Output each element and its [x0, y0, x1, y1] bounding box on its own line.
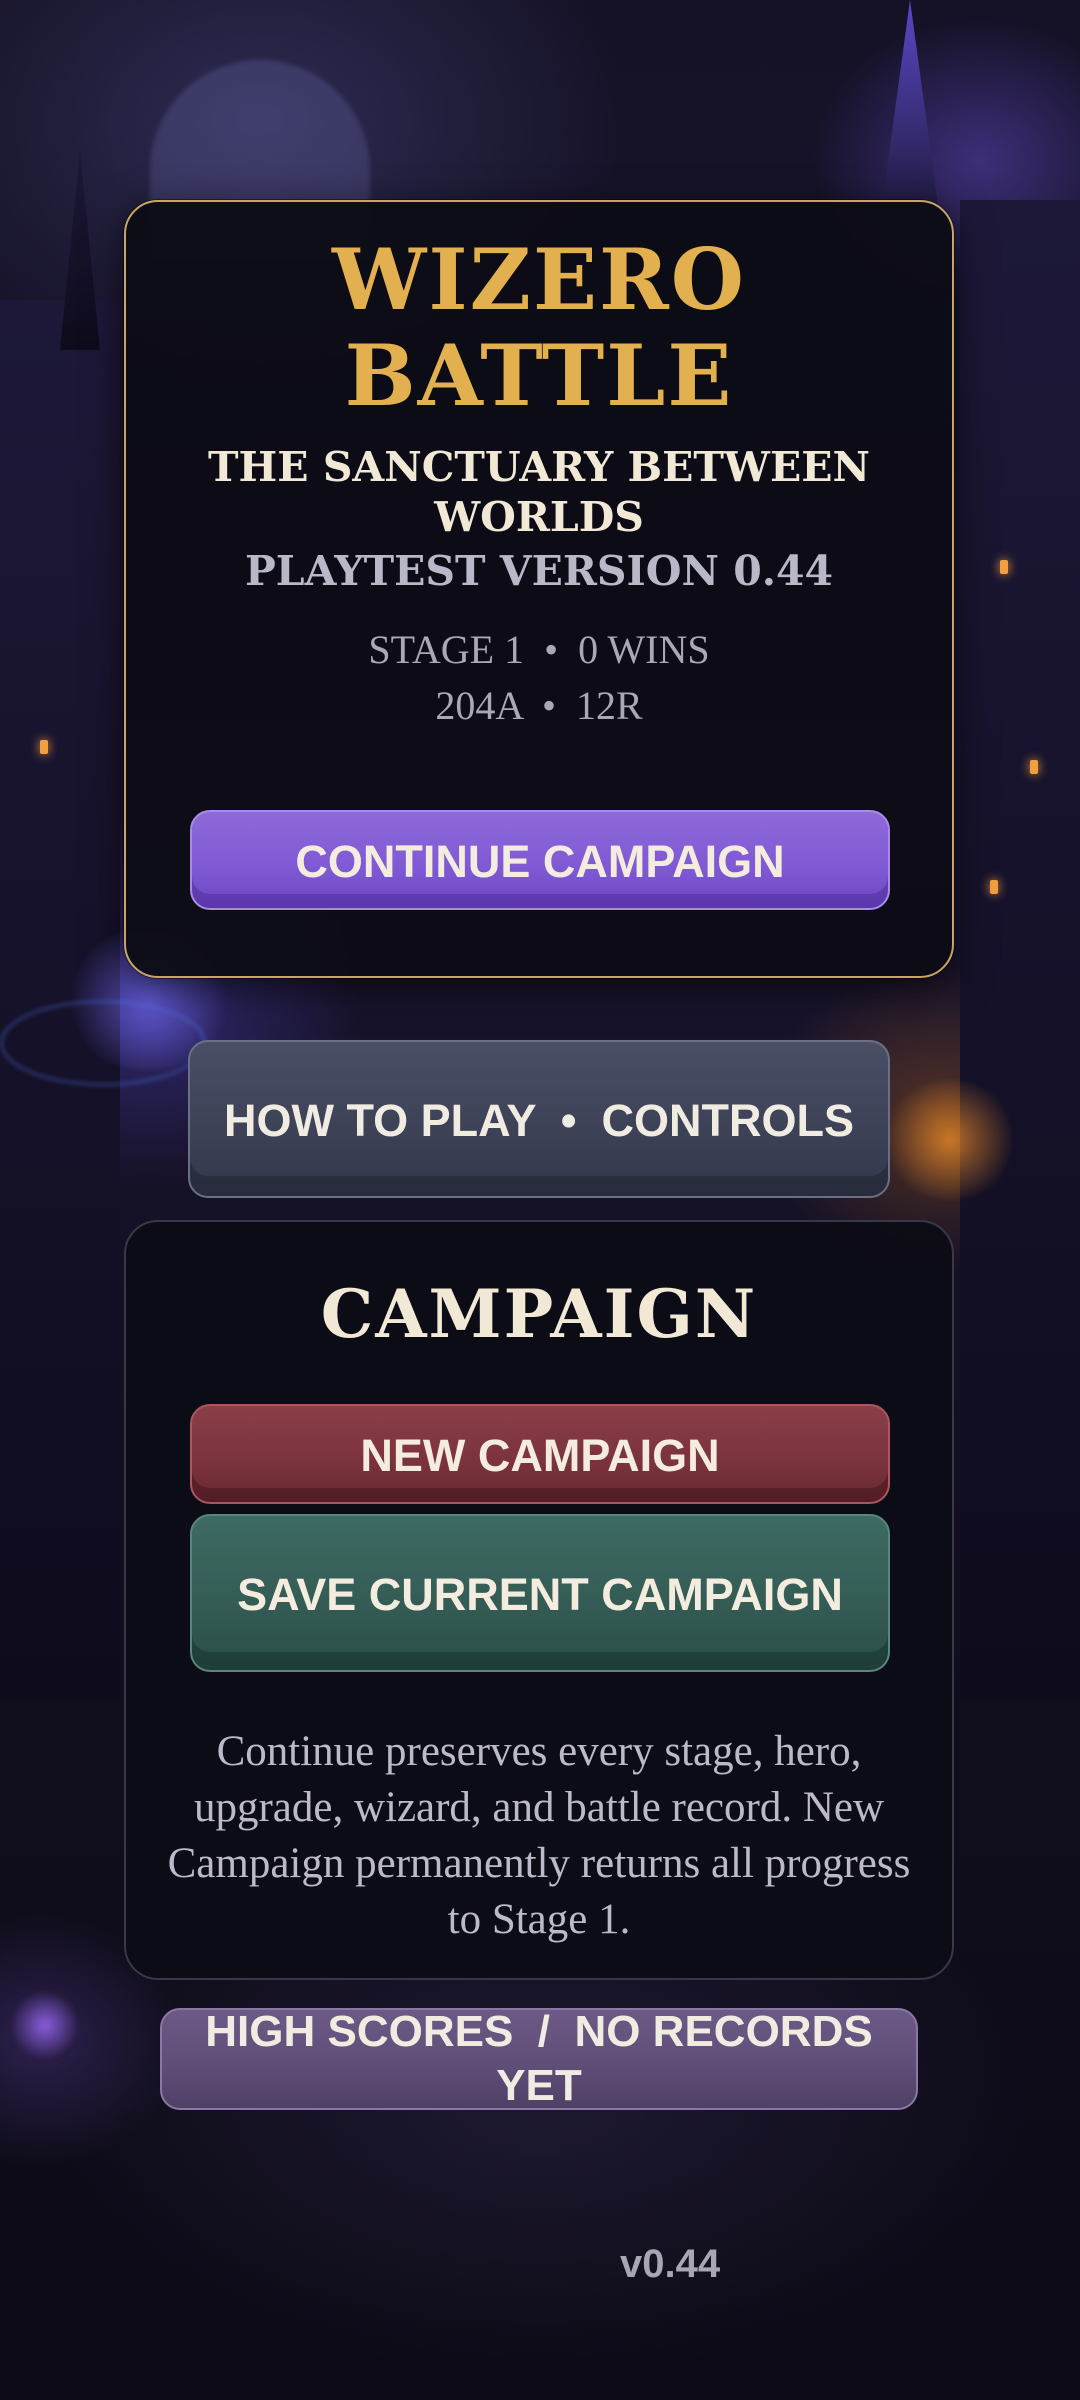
- campaign-heading: CAMPAIGN: [320, 1275, 758, 1353]
- high-scores-button[interactable]: HIGH SCORES / NO RECORDS YET: [160, 2007, 918, 2110]
- campaign-panel: CAMPAIGN NEW CAMPAIGN SAVE CURRENT CAMPA…: [124, 1220, 954, 1980]
- game-title-line1: WIZERO: [332, 230, 746, 329]
- resources-text: 204A • 12R: [435, 683, 643, 728]
- high-scores-label: HIGH SCORES / NO RECORDS YET: [205, 2007, 885, 2110]
- campaign-stats: STAGE 1 • 0 WINS 204A • 12R: [126, 622, 952, 734]
- game-title-line2: BATTLE: [344, 326, 734, 425]
- game-subtitle: THE SANCTUARY BETWEEN WORLDS: [208, 443, 870, 541]
- playtest-version: PLAYTEST VERSION 0.44: [244, 547, 834, 595]
- save-campaign-button[interactable]: SAVE CURRENT CAMPAIGN: [190, 1514, 890, 1672]
- continue-campaign-button[interactable]: CONTINUE CAMPAIGN: [190, 810, 890, 910]
- stage-wins-text: STAGE 1 • 0 WINS: [368, 627, 710, 672]
- version-tag: v0.44: [620, 2242, 721, 2286]
- game-title: WIZERO BATTLE: [126, 232, 952, 424]
- new-campaign-button[interactable]: NEW CAMPAIGN: [190, 1404, 890, 1504]
- how-to-play-button[interactable]: HOW TO PLAY • CONTROLS: [188, 1040, 890, 1198]
- campaign-help-text: Continue preserves every stage, hero, up…: [167, 1728, 911, 1943]
- title-panel: WIZERO BATTLE THE SANCTUARY BETWEEN WORL…: [124, 200, 954, 978]
